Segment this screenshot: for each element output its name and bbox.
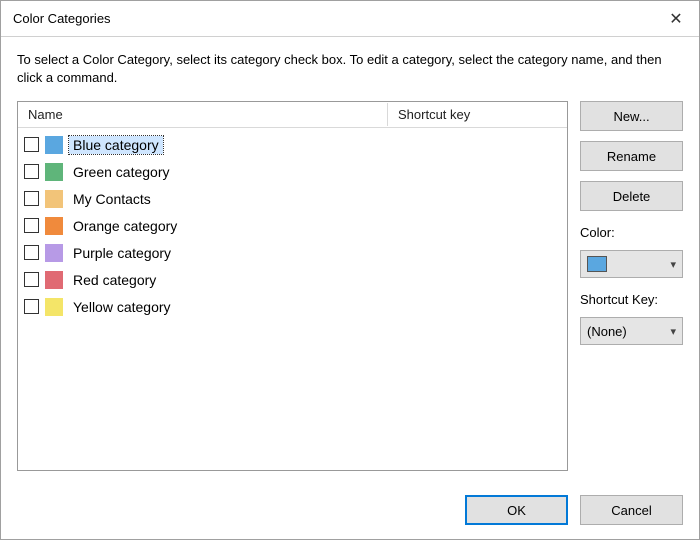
category-checkbox[interactable]: [24, 272, 39, 287]
category-label[interactable]: Green category: [69, 163, 174, 181]
category-checkbox[interactable]: [24, 299, 39, 314]
shortcut-combobox[interactable]: (None) ▾: [580, 317, 683, 345]
column-header-shortcut[interactable]: Shortcut key: [388, 103, 567, 126]
category-label[interactable]: Yellow category: [69, 298, 175, 316]
delete-button[interactable]: Delete: [580, 181, 683, 211]
category-row[interactable]: Purple category: [18, 239, 567, 266]
category-row[interactable]: Orange category: [18, 212, 567, 239]
shortcut-label: Shortcut Key:: [580, 292, 683, 307]
dialog-title: Color Categories: [13, 11, 111, 26]
category-color-swatch: [45, 271, 63, 289]
titlebar: Color Categories ✕: [1, 1, 699, 37]
category-color-swatch: [45, 136, 63, 154]
category-row[interactable]: Green category: [18, 158, 567, 185]
category-checkbox[interactable]: [24, 164, 39, 179]
category-checkbox[interactable]: [24, 137, 39, 152]
column-header-name[interactable]: Name: [18, 103, 388, 126]
list-header: Name Shortcut key: [18, 102, 567, 128]
rename-button[interactable]: Rename: [580, 141, 683, 171]
category-checkbox[interactable]: [24, 245, 39, 260]
intro-text: To select a Color Category, select its c…: [17, 51, 683, 87]
dialog-footer: OK Cancel: [1, 485, 699, 539]
new-button[interactable]: New...: [580, 101, 683, 131]
list-body: Blue category Green category My Contacts Or…: [18, 128, 567, 470]
category-label[interactable]: My Contacts: [69, 190, 155, 208]
category-label[interactable]: Orange category: [69, 217, 181, 235]
category-color-swatch: [45, 190, 63, 208]
main-row: Name Shortcut key Blue category Green cat…: [17, 101, 683, 471]
shortcut-value: (None): [587, 324, 627, 339]
category-list[interactable]: Name Shortcut key Blue category Green cat…: [17, 101, 568, 471]
close-icon: ✕: [669, 9, 682, 29]
category-row[interactable]: Blue category: [18, 131, 567, 158]
color-swatch: [587, 256, 607, 272]
chevron-down-icon: ▾: [670, 325, 676, 338]
category-label[interactable]: Blue category: [69, 136, 163, 154]
dialog-content: To select a Color Category, select its c…: [1, 37, 699, 485]
color-categories-dialog: Color Categories ✕ To select a Color Cat…: [0, 0, 700, 540]
cancel-button[interactable]: Cancel: [580, 495, 683, 525]
category-label[interactable]: Purple category: [69, 244, 175, 262]
category-color-swatch: [45, 217, 63, 235]
category-color-swatch: [45, 298, 63, 316]
category-row[interactable]: Yellow category: [18, 293, 567, 320]
category-row[interactable]: Red category: [18, 266, 567, 293]
category-color-swatch: [45, 163, 63, 181]
category-checkbox[interactable]: [24, 191, 39, 206]
category-color-swatch: [45, 244, 63, 262]
category-label[interactable]: Red category: [69, 271, 160, 289]
color-combobox[interactable]: ▾: [580, 250, 683, 278]
ok-button[interactable]: OK: [465, 495, 568, 525]
color-label: Color:: [580, 225, 683, 240]
side-panel: New... Rename Delete Color: ▾ Shortcut K…: [580, 101, 683, 471]
category-row[interactable]: My Contacts: [18, 185, 567, 212]
close-button[interactable]: ✕: [653, 1, 699, 37]
chevron-down-icon: ▾: [670, 258, 676, 271]
category-checkbox[interactable]: [24, 218, 39, 233]
